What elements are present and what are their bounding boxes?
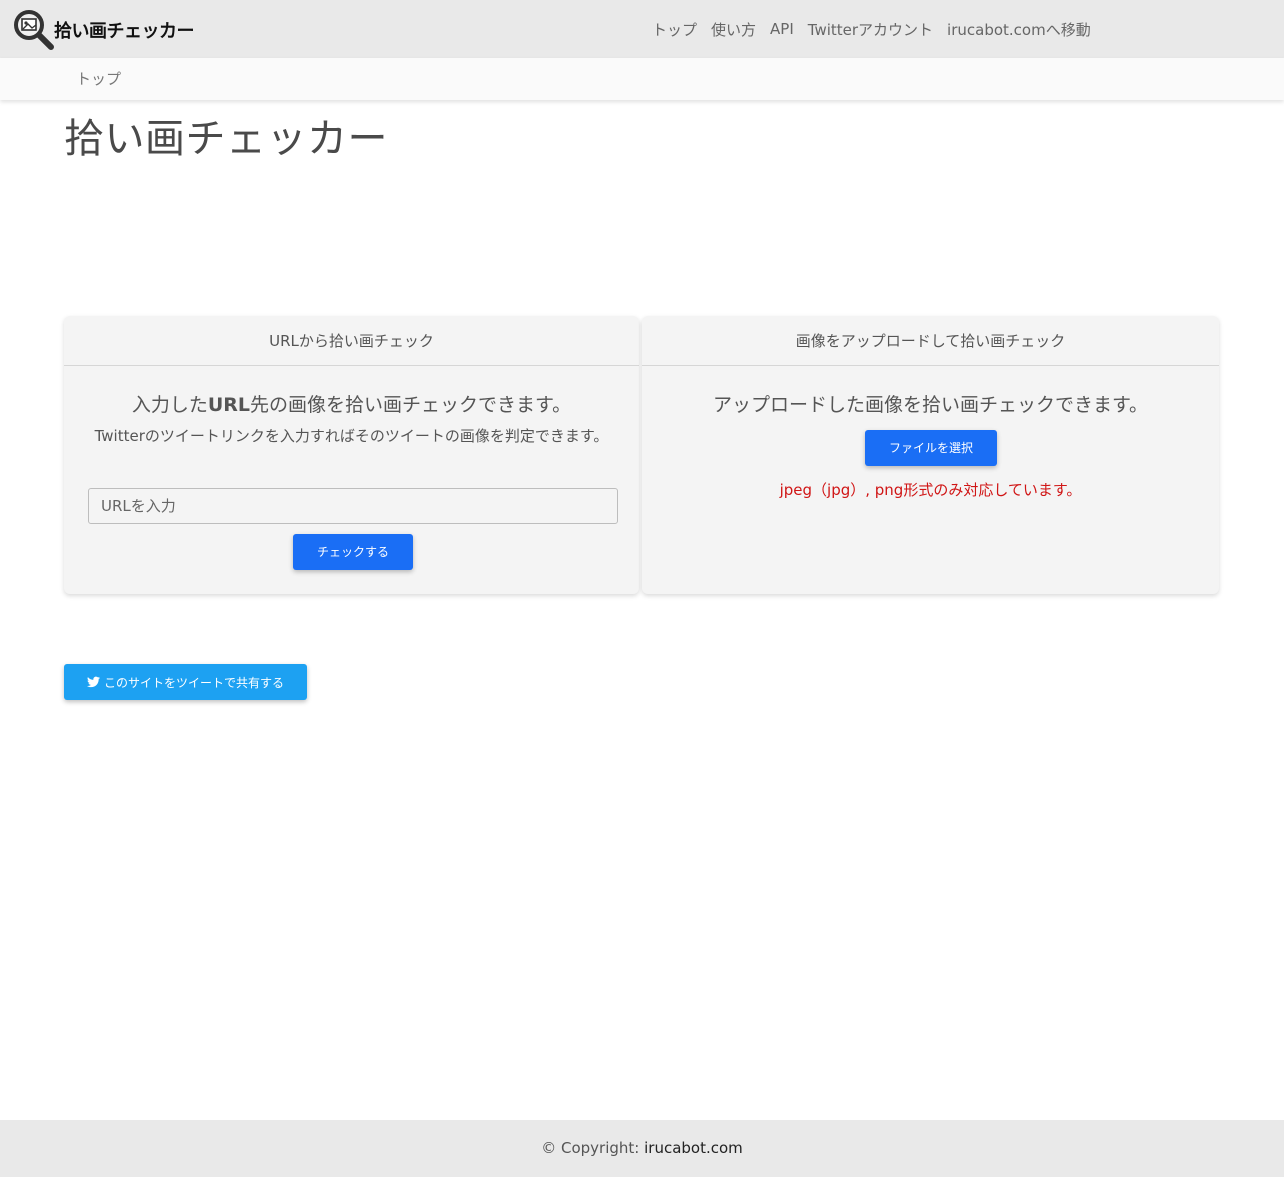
nav-link-api[interactable]: API <box>763 20 801 38</box>
url-card-description: Twitterのツイートリンクを入力すればそのツイートの画像を判定できます。 <box>94 427 609 445</box>
main-nav: トップ 使い方 API Twitterアカウント irucabot.comへ移動 <box>645 0 1098 58</box>
footer: © Copyright: irucabot.com <box>0 1120 1284 1177</box>
format-note: jpeg（jpg）, png形式のみ対応しています。 <box>779 481 1082 499</box>
upload-card-header: 画像をアップロードして拾い画チェック <box>642 316 1219 366</box>
url-card-lead-prefix: 入力した <box>131 394 208 416</box>
nav-link-twitter-account[interactable]: Twitterアカウント <box>801 19 940 40</box>
check-button[interactable]: チェックする <box>293 534 413 570</box>
url-card-lead: 入力したURL先の画像を拾い画チェックできます。 <box>64 390 639 417</box>
file-select-button[interactable]: ファイルを選択 <box>865 430 997 466</box>
nav-link-top[interactable]: トップ <box>645 19 704 40</box>
url-input[interactable] <box>88 488 618 524</box>
logo[interactable]: 拾い画チェッカー <box>12 9 195 51</box>
nav-link-irucabot[interactable]: irucabot.comへ移動 <box>940 19 1098 40</box>
tweet-share-label: このサイトをツイートで共有する <box>103 675 284 690</box>
logo-text: 拾い画チェッカー <box>54 21 195 42</box>
url-card-header: URLから拾い画チェック <box>64 316 639 366</box>
breadcrumb-bar: トップ <box>0 58 1284 100</box>
url-check-card: URLから拾い画チェック 入力したURL先の画像を拾い画チェックできます。 Tw… <box>64 316 639 594</box>
footer-link-irucabot[interactable]: irucabot.com <box>644 1139 743 1157</box>
upload-card-lead: アップロードした画像を拾い画チェックできます。 <box>712 394 1149 416</box>
nav-link-usage[interactable]: 使い方 <box>704 19 763 40</box>
page-title: 拾い画チェッカー <box>64 116 388 162</box>
copyright-text: © Copyright: <box>541 1139 645 1157</box>
upload-check-card: 画像をアップロードして拾い画チェック アップロードした画像を拾い画チェックできま… <box>642 316 1219 594</box>
magnifier-icon <box>12 9 56 51</box>
navbar: 拾い画チェッカー トップ 使い方 API Twitterアカウント irucab… <box>0 0 1284 58</box>
twitter-bird-icon <box>86 676 100 688</box>
tweet-share-button[interactable]: このサイトをツイートで共有する <box>64 664 307 700</box>
url-card-lead-bold: URL <box>207 394 251 416</box>
url-card-lead-suffix: 先の画像を拾い画チェックできます。 <box>250 394 572 416</box>
breadcrumb-current: トップ <box>76 70 122 88</box>
